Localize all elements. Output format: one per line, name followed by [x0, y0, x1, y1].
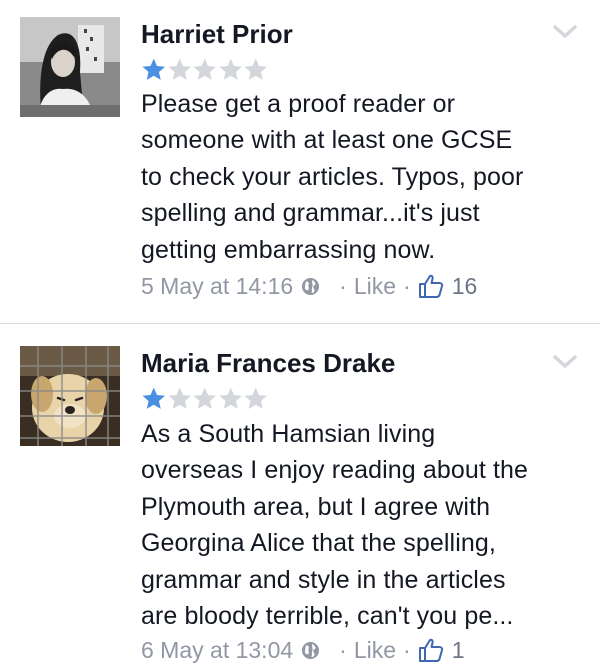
thumbs-up-icon[interactable] — [418, 637, 444, 663]
chevron-down-icon[interactable] — [551, 23, 579, 41]
star-icon — [168, 387, 191, 409]
star-icon — [219, 58, 242, 80]
review-text-line: are bloody terrible, can't you pe... — [141, 602, 514, 631]
star-icon — [219, 387, 242, 409]
review-text-line: someone with at least one GCSE — [141, 126, 513, 155]
review-text-line: grammar and style in the articles — [141, 565, 506, 594]
review-text: As a South Hamsian living overseas I enj… — [141, 416, 591, 634]
star-icon — [142, 387, 165, 409]
like-button[interactable]: Like — [354, 637, 396, 664]
separator: · — [339, 636, 347, 663]
reviewer-name[interactable]: Maria Frances Drake — [141, 348, 395, 379]
star-rating — [141, 386, 269, 412]
avatar[interactable] — [20, 17, 120, 117]
star-icon — [142, 58, 165, 80]
like-button[interactable]: Like — [354, 273, 396, 300]
globe-icon — [302, 641, 320, 659]
review-item: Maria Frances Drake As a South Hamsian l… — [0, 324, 600, 663]
review-text-line: spelling and grammar...it's just — [141, 199, 480, 228]
star-icon — [244, 58, 267, 80]
star-icon — [244, 387, 267, 409]
thumbs-up-icon[interactable] — [418, 273, 444, 299]
review-text: Please get a proof reader or someone wit… — [141, 86, 591, 268]
star-icon — [193, 58, 216, 80]
star-icon — [193, 387, 216, 409]
review-meta: 5 May at 14:16 · Like · 16 — [141, 271, 477, 301]
chevron-down-icon[interactable] — [551, 353, 579, 371]
separator: · — [403, 272, 411, 299]
review-item: Harriet Prior Please get a proof reader … — [0, 0, 600, 323]
review-text-line: overseas I enjoy reading about the — [141, 456, 528, 485]
review-text-line: getting embarrassing now. — [141, 235, 436, 264]
review-text-line: As a South Hamsian living — [141, 420, 436, 448]
star-rating — [141, 57, 269, 83]
review-text-line: Plymouth area, but I agree with — [141, 492, 491, 521]
review-meta: 6 May at 13:04 · Like · 1 — [141, 635, 465, 665]
review-text-line: Georgina Alice that the spelling, — [141, 529, 496, 558]
globe-icon — [302, 277, 320, 295]
reviewer-name[interactable]: Harriet Prior — [141, 19, 293, 50]
review-text-line: to check your articles. Typos, poor — [141, 162, 524, 191]
timestamp[interactable]: 5 May at 14:16 — [141, 273, 293, 300]
separator: · — [339, 272, 347, 299]
like-count: 1 — [451, 636, 465, 663]
separator: · — [403, 636, 411, 663]
avatar[interactable] — [20, 346, 120, 446]
review-text-line: Please get a proof reader or — [141, 90, 456, 118]
star-icon — [168, 58, 191, 80]
like-count: 16 — [451, 272, 478, 299]
timestamp[interactable]: 6 May at 13:04 — [141, 637, 293, 664]
